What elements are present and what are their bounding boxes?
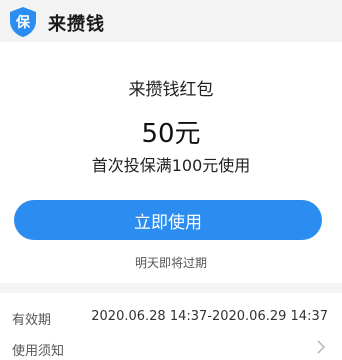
brand-name: 来攒钱 — [48, 14, 105, 35]
chevron-right-icon[interactable] — [314, 340, 328, 354]
logo-glyph: 保 — [15, 14, 31, 31]
validity-label: 有效期 — [12, 313, 52, 328]
app-header: 保 来攒钱 — [0, 0, 342, 42]
usage-notice-row[interactable]: 使用须知 — [12, 340, 64, 359]
coupon-amount: 50元 — [141, 119, 201, 149]
section-divider — [0, 283, 342, 293]
shield-logo-icon: 保 — [10, 7, 36, 37]
expire-note: 明天即将过期 — [134, 256, 207, 270]
coupon-condition: 首次投保满100元使用 — [91, 156, 251, 175]
validity-value: 2020.06.28 14:37-2020.06.29 14:37 — [91, 309, 328, 324]
coupon-page: 保 来攒钱 来攒钱红包 50元 首次投保满100元使用 立即使用 明天即将过期 … — [0, 0, 342, 360]
use-now-button[interactable]: 立即使用 — [14, 200, 322, 240]
coupon-title: 来攒钱红包 — [128, 80, 214, 100]
